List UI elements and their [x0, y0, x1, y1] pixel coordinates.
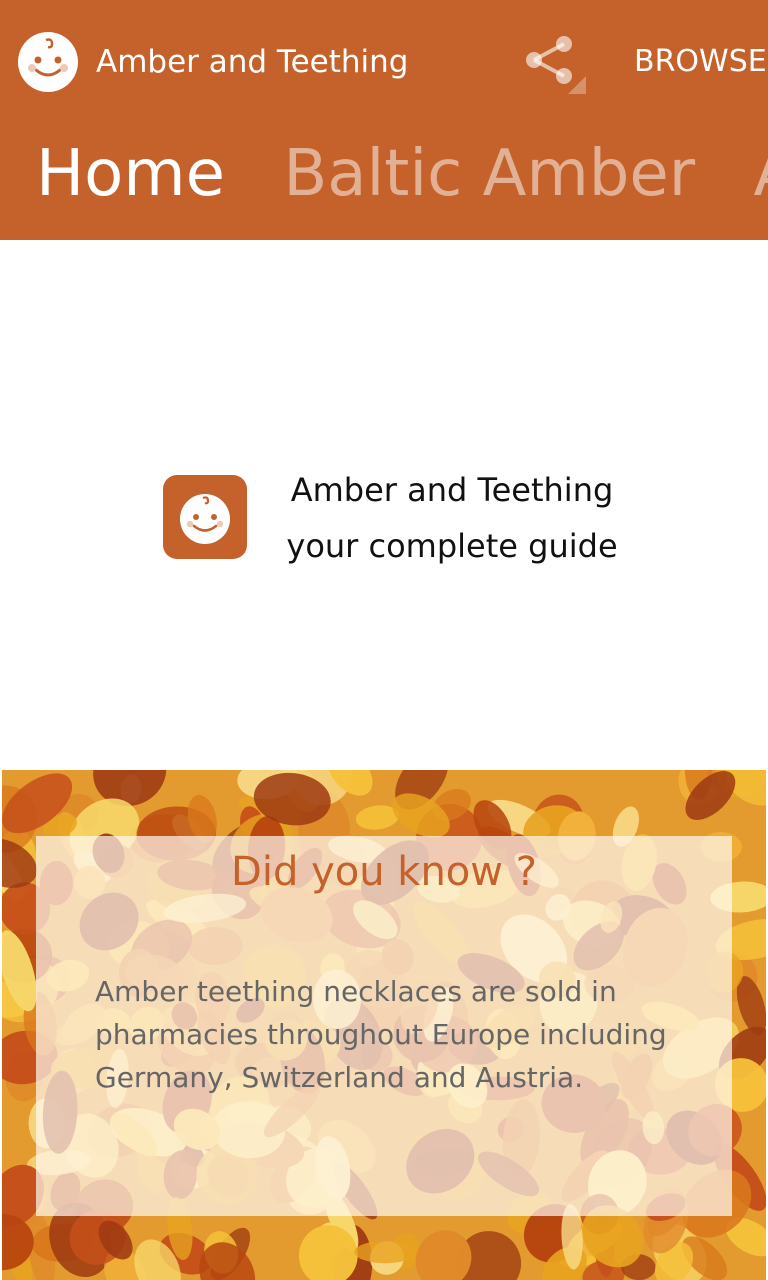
tab-baltic-amber[interactable]: Baltic Amber	[283, 132, 695, 216]
fact-card-title: Did you know ?	[231, 849, 537, 895]
fact-card-body: Amber teething necklaces are sold in pha…	[95, 975, 667, 1094]
tab-home[interactable]: Home	[36, 132, 225, 216]
pivot-tabs: Home Baltic Amber Am	[36, 132, 768, 216]
browse-button[interactable]: BROWSE	[634, 40, 767, 84]
share-icon	[526, 36, 586, 94]
hero-line-1: Amber and Teething	[290, 471, 614, 509]
share-button[interactable]	[520, 28, 592, 100]
app-title: Amber and Teething	[96, 44, 409, 80]
hero-line-2: your complete guide	[286, 527, 618, 565]
baby-face-icon	[16, 30, 80, 94]
hero-heading: Amber and Teething your complete guide	[282, 462, 622, 574]
tab-amber-next[interactable]: Am	[753, 132, 768, 216]
app-header: Amber and Teething BROWSE Home Baltic Am…	[0, 0, 768, 240]
baby-face-icon	[163, 475, 247, 559]
amber-stone	[354, 1240, 417, 1264]
